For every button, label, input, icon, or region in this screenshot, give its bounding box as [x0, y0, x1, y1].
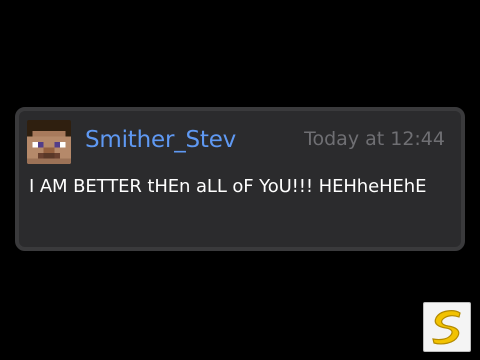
username[interactable]: Smither_Stev: [85, 127, 236, 153]
user-avatar[interactable]: [27, 120, 71, 164]
steve-face-icon: [27, 120, 71, 164]
message-text: I AM BETTER tHEn aLL oF YoU!!! HEHheHEhE: [29, 176, 427, 197]
page: Smither_Stev Today at 12:44 I AM BETTER …: [0, 0, 480, 360]
logo-badge: [423, 302, 471, 352]
message-timestamp: Today at 12:44: [304, 128, 445, 150]
chat-message-card: Smither_Stev Today at 12:44 I AM BETTER …: [15, 107, 465, 251]
yellow-s-logo-icon: [432, 310, 461, 345]
